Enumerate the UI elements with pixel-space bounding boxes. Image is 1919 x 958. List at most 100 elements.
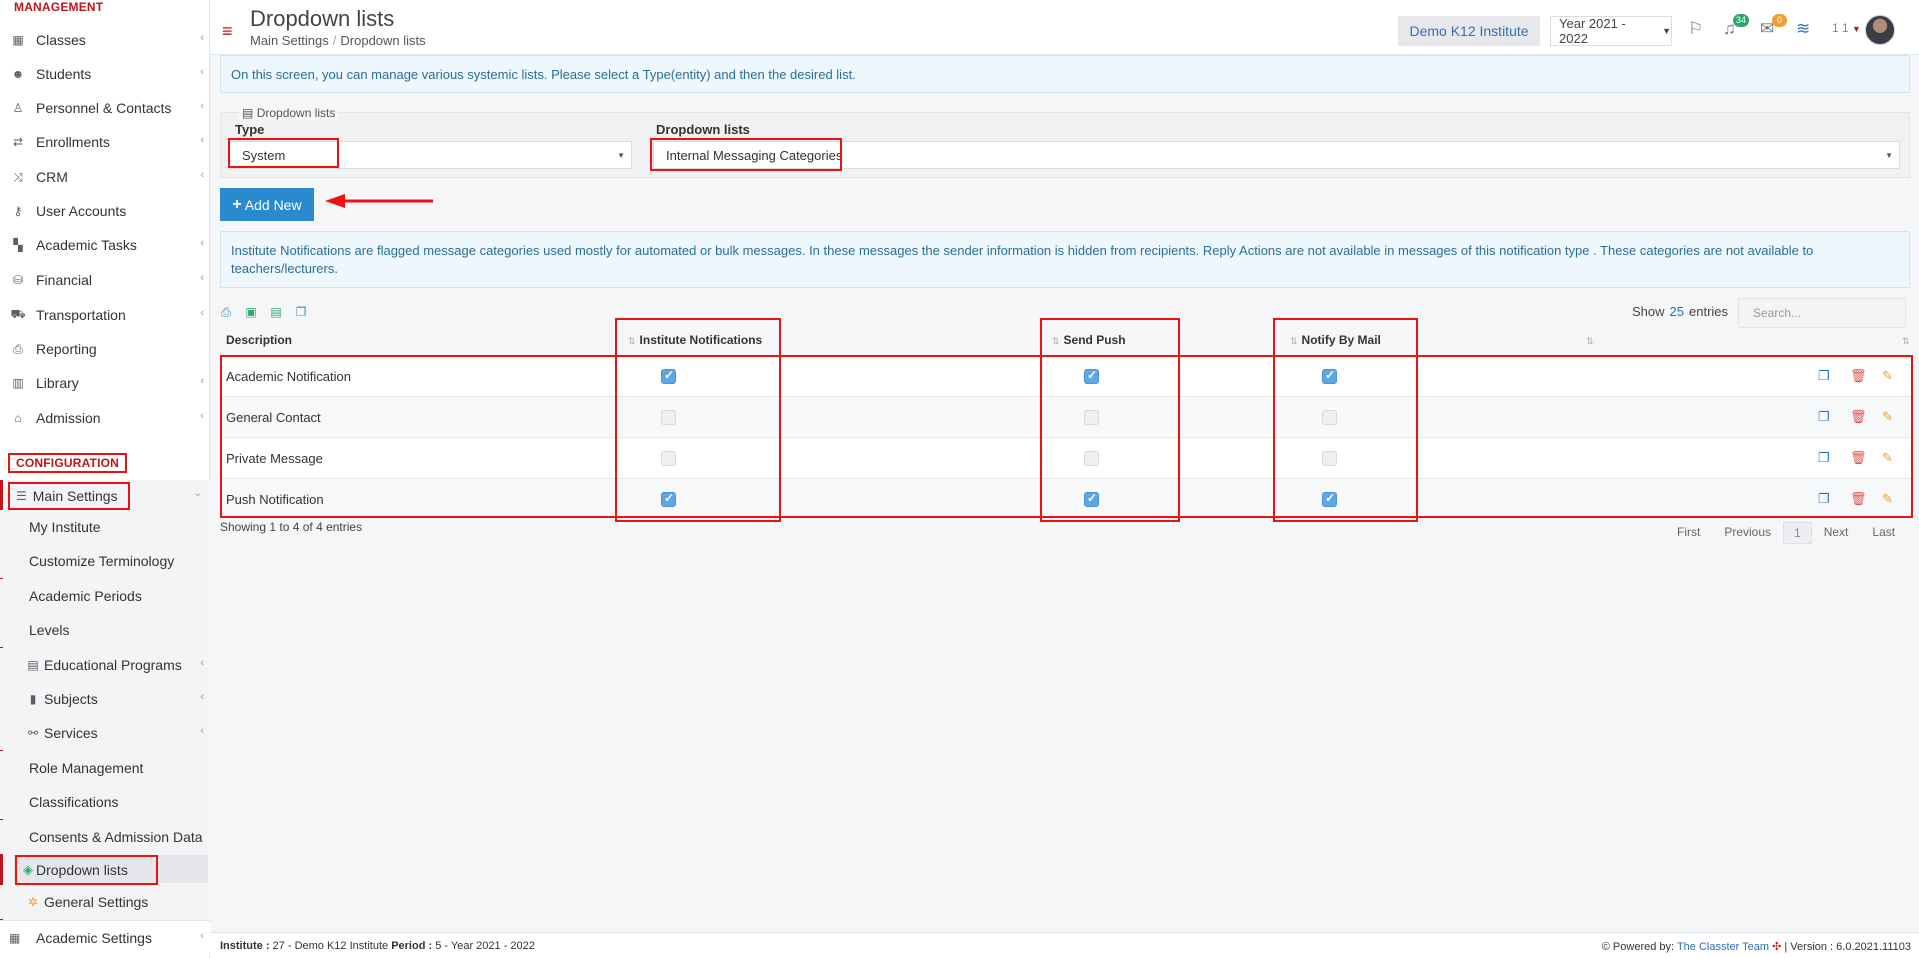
sidebar-item-label: Educational Programs <box>44 657 182 673</box>
institute-notifications-checkbox[interactable] <box>661 410 676 425</box>
version-text: | Version : 6.0.2021.11103 <box>1784 941 1911 953</box>
main-settings-highlight: ☰ Main Settings <box>8 482 130 510</box>
chevron-left-icon: ‹ <box>200 272 204 284</box>
sort-icon[interactable]: ⇅ <box>1586 333 1598 347</box>
sidebar-item-label: Customize Terminology <box>29 553 175 569</box>
sidebar-item-classifications[interactable]: Classifications <box>0 785 210 819</box>
sidebar-item-financial[interactable]: ⛁ Financial ‹ <box>0 263 210 297</box>
column-description[interactable]: Description <box>226 333 292 347</box>
table-row: General Contact ❐ 🗑︎ ✎ <box>220 396 1912 437</box>
notify-by-mail-checkbox[interactable] <box>1322 491 1337 507</box>
year-select[interactable]: Year 2021 - 2022 ▼ <box>1550 16 1672 46</box>
pager-next[interactable]: Next <box>1812 522 1861 544</box>
csv-icon[interactable]: ▤ <box>268 304 284 320</box>
column-institute-notifications[interactable]: ⇅ Institute Notifications <box>628 333 762 347</box>
sidebar-item-educational-programs[interactable]: ▤ Educational Programs ‹ <box>0 648 210 682</box>
column-notify-by-mail[interactable]: ⇅ Notify By Mail <box>1290 333 1381 347</box>
breadcrumb-dropdown-lists: Dropdown lists <box>340 33 426 48</box>
sidebar-item-customize-terminology[interactable]: Customize Terminology <box>0 544 210 578</box>
send-push-checkbox[interactable] <box>1084 368 1099 384</box>
chevron-left-icon: ‹ <box>200 169 204 181</box>
sidebar-item-user-accounts[interactable]: ⚷ User Accounts <box>0 194 210 228</box>
search-input[interactable]: Search... <box>1738 298 1906 328</box>
breadcrumb-main-settings[interactable]: Main Settings <box>250 33 329 48</box>
flag-icon[interactable]: ⚐ <box>1688 19 1703 39</box>
layers-stack-icon[interactable]: ≋ <box>1796 19 1810 39</box>
sidebar-item-academic-tasks[interactable]: ▚ Academic Tasks ‹ <box>0 228 210 262</box>
column-send-push[interactable]: ⇅ Send Push <box>1052 333 1126 347</box>
sidebar-item-academic-periods[interactable]: Academic Periods <box>0 579 210 613</box>
pager-page-1[interactable]: 1 <box>1783 522 1812 544</box>
chevron-left-icon: ‹ <box>200 657 204 669</box>
institute-notifications-checkbox[interactable] <box>661 368 676 384</box>
sidebar-item-label: Reporting <box>36 341 97 357</box>
money-icon: ⛁ <box>12 273 24 287</box>
sidebar-item-students[interactable]: ☻ Students ‹ <box>0 57 210 91</box>
pager-last[interactable]: Last <box>1860 522 1907 544</box>
dropdown-lists-label: Dropdown lists <box>36 862 128 878</box>
sidebar-item-crm[interactable]: ⤨ CRM ‹ <box>0 160 210 194</box>
pencil-icon[interactable]: ✎ <box>1882 450 1893 466</box>
year-select-value: Year 2021 - 2022 <box>1559 16 1626 46</box>
notify-by-mail-checkbox[interactable] <box>1322 451 1337 466</box>
sidebar-item-consents-admission-data[interactable]: Consents & Admission Data <box>0 820 210 854</box>
notify-by-mail-checkbox[interactable] <box>1322 410 1337 425</box>
avatar[interactable] <box>1865 15 1895 45</box>
sidebar-item-admission[interactable]: ⌂ Admission ‹ <box>0 401 210 435</box>
pencil-icon[interactable]: ✎ <box>1882 409 1893 425</box>
sidebar-item-enrollments[interactable]: ⇄ Enrollments ‹ <box>0 125 210 159</box>
trash-icon[interactable]: 🗑︎ <box>1850 368 1867 384</box>
send-push-checkbox[interactable] <box>1084 491 1099 507</box>
excel-icon[interactable]: ▣ <box>243 304 259 320</box>
trash-icon[interactable]: 🗑︎ <box>1850 409 1867 425</box>
sort-icon[interactable]: ⇅ <box>1902 333 1914 347</box>
pager-first[interactable]: First <box>1665 522 1712 544</box>
institute-notifications-checkbox[interactable] <box>661 451 676 466</box>
copy-icon[interactable]: ❐ <box>1818 368 1830 384</box>
institute-notifications-checkbox[interactable] <box>661 491 676 507</box>
sidebar-item-subjects[interactable]: ▮ Subjects ‹ <box>0 682 210 716</box>
trash-icon[interactable]: 🗑︎ <box>1850 450 1867 466</box>
sidebar-item-reporting[interactable]: ⎙ Reporting <box>0 332 210 366</box>
sidebar-item-library[interactable]: ▥ Library ‹ <box>0 366 210 400</box>
user-menu[interactable]: 1 1 ▼ <box>1832 21 1861 35</box>
sidebar-item-levels[interactable]: Levels <box>0 613 210 647</box>
sort-icon: ⇅ <box>1052 336 1060 346</box>
sidebar-item-personnel-contacts[interactable]: ♙ Personnel & Contacts ‹ <box>0 91 210 125</box>
print-icon[interactable]: ⎙ <box>218 304 234 320</box>
notify-by-mail-checkbox[interactable] <box>1322 368 1337 384</box>
caret-down-icon: ▼ <box>1662 26 1671 36</box>
entries-count-select[interactable]: 25 <box>1670 304 1684 319</box>
hamburger-menu-icon[interactable]: ≡ <box>222 22 233 40</box>
send-push-checkbox[interactable] <box>1084 410 1099 425</box>
send-push-checkbox[interactable] <box>1084 451 1099 466</box>
copy-icon[interactable]: ❐ <box>1818 409 1830 425</box>
institute-button[interactable]: Demo K12 Institute <box>1398 16 1540 46</box>
sidebar-item-transportation[interactable]: ⛟ Transportation ‹ <box>0 298 210 332</box>
sidebar-item-dropdown-lists[interactable]: ◈ Dropdown lists <box>15 855 158 885</box>
pager-previous[interactable]: Previous <box>1712 522 1783 544</box>
dropdown-list-select[interactable]: Internal Messaging Categories ▼ <box>653 141 1900 169</box>
key-icon: ⚷ <box>13 204 23 218</box>
classter-team-link[interactable]: The Classter Team <box>1677 941 1769 953</box>
copy-icon[interactable]: ❐ <box>293 304 309 320</box>
copy-icon[interactable]: ❐ <box>1818 450 1830 466</box>
sidebar-item-label: Enrollments <box>36 134 110 150</box>
sidebar-item-general-settings[interactable]: ✲ General Settings <box>0 885 210 919</box>
sidebar-item-my-institute[interactable]: My Institute <box>0 510 210 544</box>
trash-icon[interactable]: 🗑︎ <box>1850 491 1867 507</box>
pencil-icon[interactable]: ✎ <box>1882 491 1893 507</box>
plus-icon: + <box>232 195 242 213</box>
add-new-button[interactable]: + Add New <box>220 188 314 221</box>
sidebar-item-academic-settings[interactable]: ▦ Academic Settings ‹ <box>0 920 210 954</box>
caret-down-icon: ▼ <box>617 151 625 160</box>
sidebar-item-main-settings[interactable]: ☰ Main Settings ⌄ <box>0 480 210 514</box>
type-select[interactable]: System ▼ <box>229 141 632 169</box>
sidebar-item-services[interactable]: ⚯ Services ‹ <box>0 716 210 750</box>
chevron-left-icon: ‹ <box>200 66 204 78</box>
sidebar-item-classes[interactable]: ▦ Classes ‹ <box>0 23 210 57</box>
copy-icon[interactable]: ❐ <box>1818 491 1830 507</box>
sidebar-item-role-management[interactable]: Role Management <box>0 751 210 785</box>
pencil-icon[interactable]: ✎ <box>1882 368 1893 384</box>
sidebar-item-label: My Institute <box>29 519 101 535</box>
